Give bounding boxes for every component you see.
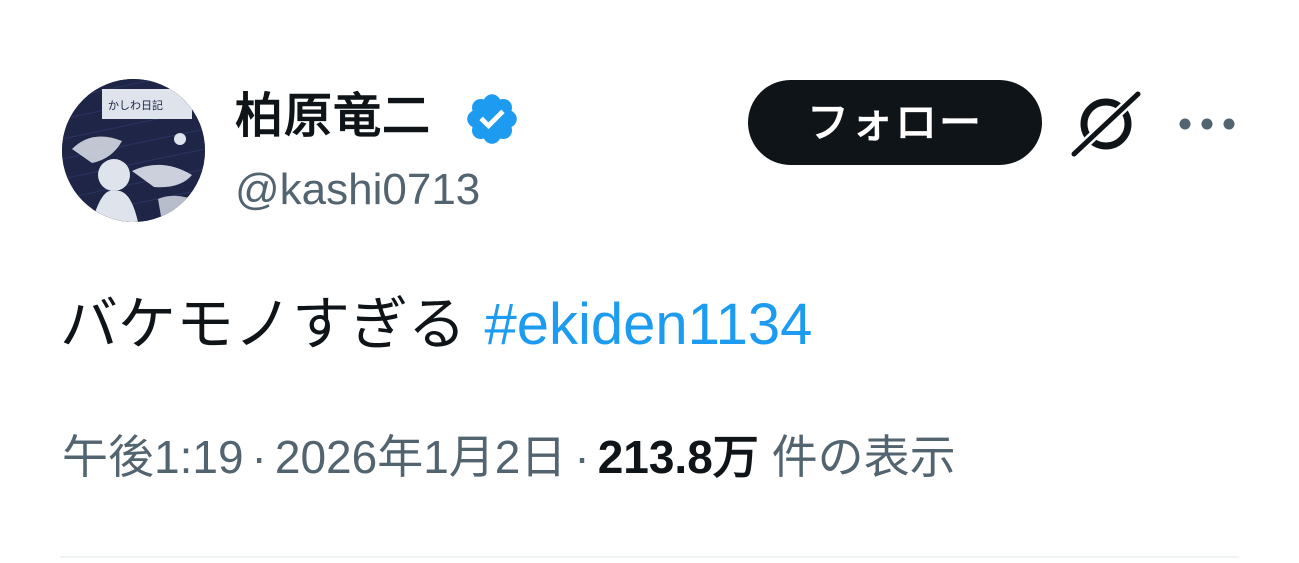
more-dots-icon[interactable] <box>1176 110 1238 138</box>
follow-button[interactable]: フォロー <box>748 80 1042 165</box>
verified-badge-icon[interactable] <box>463 90 521 148</box>
tweet-date[interactable]: 2026年1月2日 <box>275 431 567 483</box>
display-name[interactable]: 柏原竜二 <box>235 86 431 146</box>
views-label: 件の表示 <box>771 431 956 483</box>
views-count[interactable]: 213.8万 <box>598 431 759 483</box>
user-handle[interactable]: @kashi0713 <box>235 162 480 218</box>
tweet-body: バケモノすぎる <box>60 290 467 358</box>
svg-text:かしわ日記: かしわ日記 <box>108 98 163 112</box>
meta-separator: · <box>251 431 267 483</box>
avatar[interactable]: かしわ日記 <box>62 79 205 222</box>
divider <box>60 556 1239 558</box>
hashtag-link[interactable]: #ekiden1134 <box>484 292 812 357</box>
meta-separator: · <box>574 431 590 483</box>
avatar-illustration: かしわ日記 <box>62 79 205 222</box>
tweet-meta: 午後1:19 · 2026年1月2日 · 213.8万 件の表示 <box>62 425 956 489</box>
tweet-time[interactable]: 午後1:19 <box>62 431 244 483</box>
grok-icon[interactable] <box>1068 88 1144 160</box>
tweet-text: バケモノすぎる #ekiden1134 <box>60 288 812 361</box>
